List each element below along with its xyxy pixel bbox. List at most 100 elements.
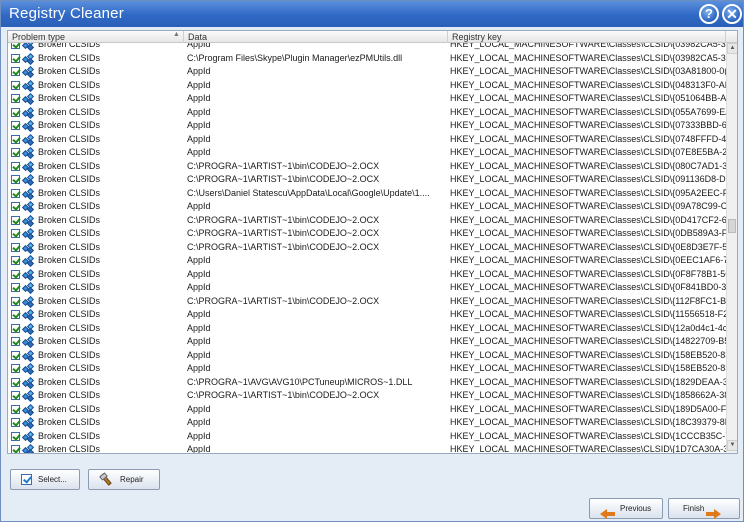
data-cell: AppId	[187, 255, 211, 265]
table-row[interactable]: Broken CLSIDs C:\PROGRA~1\ARTIST~1\bin\CO…	[8, 241, 726, 255]
table-row[interactable]: Broken CLSIDs AppId HKEY_LOCAL_MACHINESOFT…	[8, 254, 726, 268]
select-button-label: Select...	[38, 475, 67, 484]
row-checkbox[interactable]	[11, 94, 20, 103]
table-row[interactable]: Broken CLSIDs AppId HKEY_LOCAL_MACHINESOFT…	[8, 268, 726, 282]
row-checkbox[interactable]	[11, 256, 20, 265]
table-row[interactable]: Broken CLSIDs AppId HKEY_LOCAL_MACHINESOFT…	[8, 403, 726, 417]
registry-key-cell: HKEY_LOCAL_MACHINESOFTWARE\Classes\CLSID…	[450, 43, 726, 49]
registry-icon	[21, 416, 35, 430]
select-button[interactable]: Select...	[10, 469, 80, 490]
table-row[interactable]: Broken CLSIDs AppId HKEY_LOCAL_MACHINESOFT…	[8, 443, 726, 453]
table-row[interactable]: Broken CLSIDs AppId HKEY_LOCAL_MACHINESOFT…	[8, 322, 726, 336]
problem-type-cell: Broken CLSIDs	[38, 241, 101, 252]
row-checkbox[interactable]	[11, 431, 20, 441]
data-cell: C:\PROGRA~1\ARTIST~1\bin\CODEJO~2.OCX	[187, 228, 380, 238]
registry-icon	[21, 79, 35, 92]
registry-key-cell: HKEY_LOCAL_MACHINESOFTWARE\Classes\CLSID…	[450, 241, 726, 252]
vertical-scrollbar[interactable]: ▲ ▼	[726, 43, 737, 453]
row-checkbox[interactable]	[11, 53, 20, 63]
row-checkbox[interactable]	[11, 107, 20, 117]
row-checkbox[interactable]	[11, 337, 20, 346]
row-checkbox[interactable]	[11, 269, 20, 279]
row-checkbox[interactable]	[11, 121, 20, 130]
table-row[interactable]: Broken CLSIDs AppId HKEY_LOCAL_MACHINESOFT…	[8, 65, 726, 79]
table-row[interactable]: Broken CLSIDs C:\PROGRA~1\ARTIST~1\bin\CO…	[8, 173, 726, 187]
help-icon[interactable]: ?	[699, 4, 719, 24]
row-checkbox[interactable]	[11, 242, 20, 252]
data-cell: C:\Users\Daniel Statescu\AppData\Local\G…	[187, 187, 430, 198]
close-icon[interactable]: ✕	[722, 4, 742, 24]
registry-icon	[21, 443, 35, 453]
row-checkbox[interactable]	[11, 80, 20, 90]
column-header-data[interactable]: Data	[184, 31, 448, 43]
table-row[interactable]: Broken CLSIDs AppId HKEY_LOCAL_MACHINESOFT…	[8, 106, 726, 120]
scroll-up-icon[interactable]: ▲	[727, 43, 737, 54]
table-row[interactable]: Broken CLSIDs C:\PROGRA~1\ARTIST~1\bin\CO…	[8, 295, 726, 309]
row-checkbox[interactable]	[11, 202, 20, 211]
registry-key-cell: HKEY_LOCAL_MACHINESOFTWARE\Classes\CLSID…	[450, 174, 726, 184]
table-row[interactable]: Broken CLSIDs AppId HKEY_LOCAL_MACHINESOFT…	[8, 119, 726, 133]
data-cell: AppId	[187, 120, 211, 130]
table-row[interactable]: Broken CLSIDs AppId HKEY_LOCAL_MACHINESOFT…	[8, 200, 726, 214]
table-row[interactable]: Broken CLSIDs AppId HKEY_LOCAL_MACHINESOFT…	[8, 133, 726, 147]
table-row[interactable]: Broken CLSIDs AppId HKEY_LOCAL_MACHINESOFT…	[8, 308, 726, 322]
row-checkbox[interactable]	[11, 283, 20, 292]
row-checkbox[interactable]	[11, 43, 20, 49]
column-header-registry-key[interactable]: Registry key	[448, 31, 726, 43]
table-row[interactable]: Broken CLSIDs AppId HKEY_LOCAL_MACHINESOFT…	[8, 146, 726, 160]
row-checkbox[interactable]	[11, 404, 20, 414]
scroll-down-icon[interactable]: ▼	[727, 440, 737, 451]
registry-key-cell: HKEY_LOCAL_MACHINESOFTWARE\Classes\CLSID…	[450, 79, 726, 90]
row-checkbox[interactable]	[11, 134, 20, 144]
table-row[interactable]: Broken CLSIDs C:\Program Files\Skype\Plug…	[8, 52, 726, 66]
problem-type-cell: Broken CLSIDs	[38, 228, 101, 238]
problem-type-cell: Broken CLSIDs	[38, 336, 101, 346]
scroll-thumb[interactable]	[728, 219, 736, 233]
row-checkbox[interactable]	[11, 215, 20, 225]
row-checkbox[interactable]	[11, 377, 20, 387]
row-checkbox[interactable]	[11, 364, 20, 373]
table-row[interactable]: Broken CLSIDs AppId HKEY_LOCAL_MACHINESOFT…	[8, 92, 726, 106]
row-checkbox[interactable]	[11, 67, 20, 76]
row-checkbox[interactable]	[11, 188, 20, 198]
table-row[interactable]: Broken CLSIDs C:\PROGRA~1\ARTIST~1\bin\CO…	[8, 160, 726, 174]
row-checkbox[interactable]	[11, 175, 20, 184]
table-row[interactable]: Broken CLSIDs AppId HKEY_LOCAL_MACHINESOFT…	[8, 416, 726, 430]
table-row[interactable]: Broken CLSIDs C:\PROGRA~1\AVG\AVG10\PCTun…	[8, 376, 726, 390]
table-row[interactable]: Broken CLSIDs AppId HKEY_LOCAL_MACHINESOFT…	[8, 362, 726, 376]
table-row[interactable]: Broken CLSIDs C:\PROGRA~1\ARTIST~1\bin\CO…	[8, 214, 726, 228]
registry-key-cell: HKEY_LOCAL_MACHINESOFTWARE\Classes\CLSID…	[450, 133, 726, 144]
data-cell: AppId	[187, 147, 211, 157]
row-checkbox[interactable]	[11, 418, 20, 427]
table-row[interactable]: Broken CLSIDs AppId HKEY_LOCAL_MACHINESOFT…	[8, 430, 726, 444]
row-checkbox[interactable]	[11, 391, 20, 400]
data-cell: AppId	[187, 349, 211, 360]
row-checkbox[interactable]	[11, 310, 20, 319]
data-cell: C:\Program Files\Skype\Plugin Manager\ez…	[187, 52, 403, 63]
data-cell: AppId	[187, 309, 211, 319]
data-cell: AppId	[187, 133, 211, 144]
row-checkbox[interactable]	[11, 350, 20, 360]
repair-button[interactable]: Repair	[88, 469, 160, 490]
row-checkbox[interactable]	[11, 229, 20, 238]
table-row[interactable]: Broken CLSIDs AppId HKEY_LOCAL_MACHINESOFT…	[8, 349, 726, 363]
previous-button[interactable]: Previous	[589, 498, 663, 519]
table-row[interactable]: Broken CLSIDs AppId HKEY_LOCAL_MACHINESOFT…	[8, 43, 726, 52]
data-cell: AppId	[187, 106, 211, 117]
registry-icon	[21, 227, 35, 241]
table-row[interactable]: Broken CLSIDs AppId HKEY_LOCAL_MACHINESOFT…	[8, 281, 726, 295]
data-cell: AppId	[187, 363, 211, 373]
registry-key-cell: HKEY_LOCAL_MACHINESOFTWARE\Classes\CLSID…	[450, 349, 726, 360]
row-checkbox[interactable]	[11, 296, 20, 306]
row-checkbox[interactable]	[11, 148, 20, 157]
table-row[interactable]: Broken CLSIDs C:\PROGRA~1\ARTIST~1\bin\CO…	[8, 389, 726, 403]
row-checkbox[interactable]	[11, 323, 20, 333]
column-header-problem-type[interactable]: Problem type	[8, 31, 184, 43]
row-checkbox[interactable]	[11, 161, 20, 171]
table-row[interactable]: Broken CLSIDs AppId HKEY_LOCAL_MACHINESOFT…	[8, 79, 726, 93]
table-row[interactable]: Broken CLSIDs AppId HKEY_LOCAL_MACHINESOFT…	[8, 335, 726, 349]
table-row[interactable]: Broken CLSIDs C:\Users\Daniel Statescu\Ap…	[8, 187, 726, 201]
row-checkbox[interactable]	[11, 445, 20, 453]
finish-button[interactable]: Finish	[668, 498, 740, 519]
table-row[interactable]: Broken CLSIDs C:\PROGRA~1\ARTIST~1\bin\CO…	[8, 227, 726, 241]
